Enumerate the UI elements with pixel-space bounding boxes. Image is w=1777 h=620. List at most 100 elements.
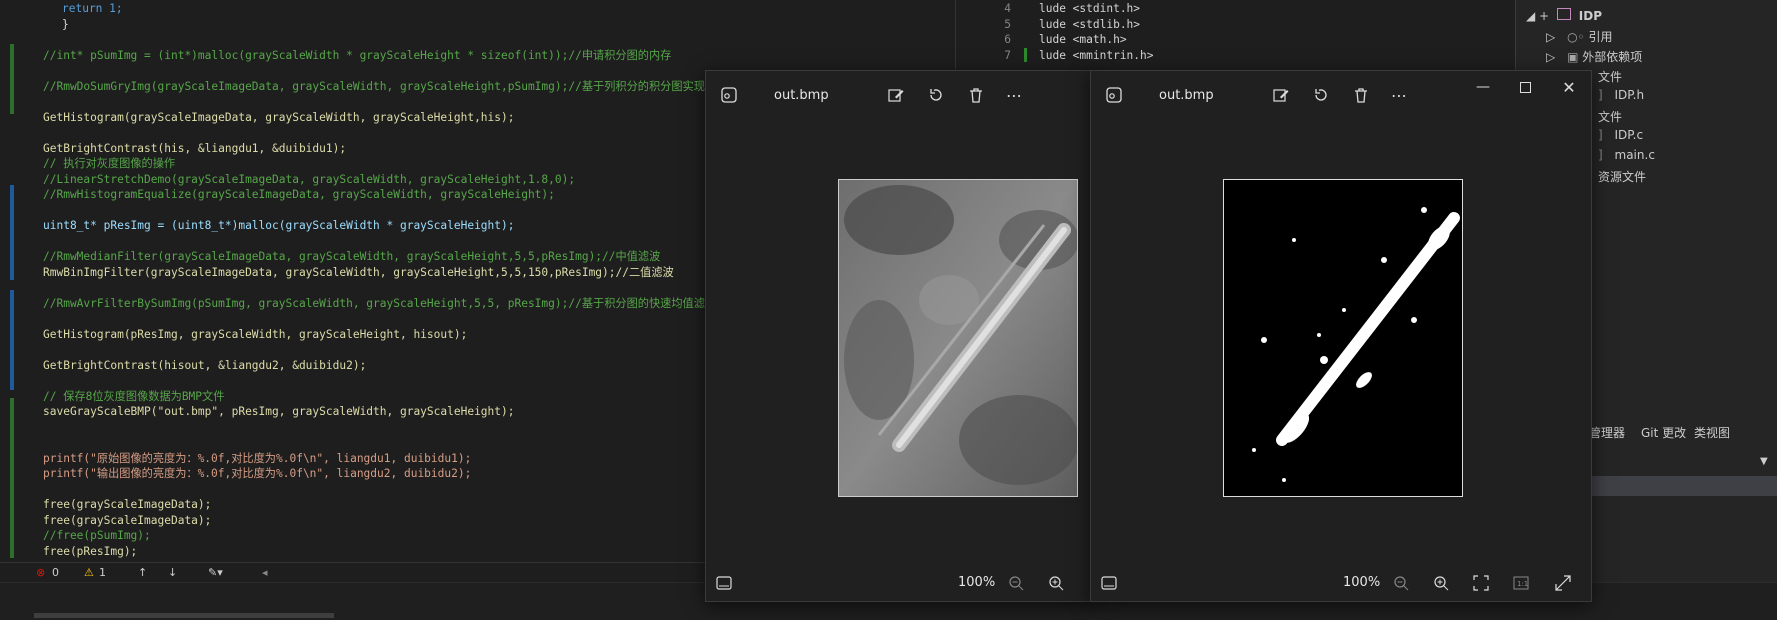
code-line[interactable]: //RmwAvrFilterBySumImg(pSumImg, grayScal… xyxy=(43,296,716,311)
solution-row-main-c[interactable]: ] main.c xyxy=(1598,148,1655,162)
source-files-label: 文件 xyxy=(1598,110,1623,124)
edit-icon[interactable] xyxy=(1271,85,1291,105)
idp-c-label: IDP.c xyxy=(1614,128,1644,142)
file-icon: ] xyxy=(1598,88,1603,102)
code-line[interactable]: saveGrayScaleBMP("out.bmp", pResImg, gra… xyxy=(43,404,514,419)
zoom-in-icon[interactable] xyxy=(1431,573,1451,593)
project-name: IDP xyxy=(1578,9,1602,23)
external-deps-label: 外部依赖项 xyxy=(1582,50,1643,64)
photo-viewer-right: out.bmp ⋯ — ✕ 100% 1:1 xyxy=(1090,70,1592,602)
code-line[interactable]: //RmwMedianFilter(grayScaleImageData, gr… xyxy=(43,249,660,264)
secondary-code-editor[interactable]: 4 lude <stdint.h> 5 lude <stdlib.h> 6 lude <m… xyxy=(955,0,1486,70)
error-count[interactable]: 0 xyxy=(52,566,59,579)
code-line[interactable]: GetHistogram(grayScaleImageData, graySca… xyxy=(43,110,514,125)
photos-app-icon xyxy=(1104,85,1124,105)
viewer-footer: 100% 1:1 xyxy=(1091,565,1591,601)
explorer-selection-bar xyxy=(1586,476,1777,496)
tab-class-view[interactable]: 类视图 xyxy=(1694,424,1730,441)
code-line[interactable]: //RmwDoSumGryImg(grayScaleImageData, gra… xyxy=(43,79,705,94)
brush-icon[interactable]: ✎▾ xyxy=(208,566,223,579)
fit-to-window-icon[interactable] xyxy=(1471,573,1491,593)
error-icon[interactable]: ⊗ xyxy=(36,566,45,579)
solution-row-idp-c[interactable]: ] IDP.c xyxy=(1598,128,1643,142)
code-line[interactable]: // 执行对灰度图像的操作 xyxy=(43,156,175,171)
code-line[interactable]: GetBrightContrast(his, &liangdu1, &duibi… xyxy=(43,141,346,156)
tab-git-changes[interactable]: Git 更改 xyxy=(1641,424,1686,441)
code-line[interactable]: uint8_t* pResImg = (uint8_t*)malloc(gray… xyxy=(43,218,514,233)
zoom-out-icon[interactable] xyxy=(1391,573,1411,593)
filmstrip-icon[interactable] xyxy=(1099,573,1119,593)
code-line[interactable]: printf("原始图像的亮度为：%.0f,对比度为%.0f\n", liang… xyxy=(43,451,471,466)
filmstrip-icon[interactable] xyxy=(714,573,734,593)
code-line[interactable]: return 1; xyxy=(62,1,123,16)
photo-viewer-left: out.bmp ⋯ 100% xyxy=(705,70,1097,602)
scroll-left-icon[interactable]: ◂ xyxy=(262,566,268,579)
code-line[interactable]: //free(pSumImg); xyxy=(43,528,151,543)
code-line[interactable]: free(pResImg); xyxy=(43,544,137,559)
solution-row-idp-h[interactable]: ] IDP.h xyxy=(1598,88,1644,102)
edit-icon[interactable] xyxy=(886,85,906,105)
change-gutter xyxy=(10,0,14,562)
line-number: 7 xyxy=(1004,48,1011,62)
viewer-title: out.bmp xyxy=(1159,88,1214,103)
code-line[interactable]: //RmwHistogramEqualize(grayScaleImageDat… xyxy=(43,187,555,202)
code-line[interactable]: RmwBinImgFilter(grayScaleImageData, gray… xyxy=(43,265,674,280)
solution-row-external-deps[interactable]: ▷ ▣ 外部依赖项 xyxy=(1546,48,1642,65)
zoom-level: 100% xyxy=(958,575,996,590)
rotate-icon[interactable] xyxy=(926,85,946,105)
warning-count[interactable]: 1 xyxy=(99,566,106,579)
idp-h-label: IDP.h xyxy=(1614,88,1645,102)
header-files-label: 文件 xyxy=(1598,70,1623,84)
horizontal-scrollbar[interactable] xyxy=(34,613,334,618)
code-line[interactable]: // 保存8位灰度图像数据为BMP文件 xyxy=(43,389,224,404)
line-number: 6 xyxy=(1004,33,1011,46)
code-line[interactable]: lude <mmintrin.h> xyxy=(1039,49,1154,62)
references-label: 引用 xyxy=(1588,30,1613,44)
solution-row-header-files[interactable]: 文件 xyxy=(1598,68,1622,85)
fullscreen-icon[interactable] xyxy=(1553,573,1573,593)
solution-row-source-files[interactable]: 文件 xyxy=(1598,108,1622,125)
code-line[interactable]: } xyxy=(62,17,69,32)
viewer-title: out.bmp xyxy=(774,88,829,103)
delete-icon[interactable] xyxy=(966,85,986,105)
code-line[interactable]: GetBrightContrast(hisout, &liangdu2, &du… xyxy=(43,358,366,373)
arrow-down-icon[interactable]: ↓ xyxy=(168,566,177,579)
code-line[interactable]: //int* pSumImg = (int*)malloc(grayScaleW… xyxy=(43,48,671,63)
collapse-arrow-icon: ▷ xyxy=(1546,30,1556,44)
tab-solution-explorer[interactable]: 管理器 xyxy=(1589,424,1625,441)
code-line[interactable]: free(grayScaleImageData); xyxy=(43,497,211,512)
warning-icon[interactable]: ⚠ xyxy=(84,566,94,579)
binary-image xyxy=(1223,179,1463,497)
close-icon[interactable]: ✕ xyxy=(1559,77,1579,97)
solution-row-idp[interactable]: ◢ + IDP xyxy=(1526,8,1602,23)
maximize-icon[interactable] xyxy=(1515,77,1535,97)
actual-size-icon[interactable]: 1:1 xyxy=(1511,573,1531,593)
more-options-icon[interactable]: ⋯ xyxy=(1389,85,1409,105)
minimize-icon[interactable]: — xyxy=(1473,77,1493,97)
code-line[interactable]: lude <stdlib.h> xyxy=(1039,18,1140,31)
reference-icon: ○◦ xyxy=(1567,30,1585,44)
more-options-icon[interactable]: ⋯ xyxy=(1004,85,1024,105)
solution-row-references[interactable]: ▷ ○◦ 引用 xyxy=(1546,28,1612,45)
code-line[interactable]: GetHistogram(pResImg, grayScaleWidth, gr… xyxy=(43,327,467,342)
resource-files-label: 资源文件 xyxy=(1598,170,1647,184)
viewer-footer: 100% xyxy=(706,565,1096,601)
dropdown-chevron-icon[interactable]: ▼ xyxy=(1760,456,1768,467)
photos-app-icon xyxy=(719,85,739,105)
main-c-label: main.c xyxy=(1614,148,1655,162)
green-change-bar xyxy=(1024,48,1027,62)
zoom-level: 100% xyxy=(1343,575,1381,590)
code-line[interactable]: //LinearStretchDemo(grayScaleImageData, … xyxy=(43,172,575,187)
rotate-icon[interactable] xyxy=(1311,85,1331,105)
code-line[interactable]: printf("输出图像的亮度为：%.0f,对比度为%.0f\n", liang… xyxy=(43,466,471,481)
code-line[interactable]: free(grayScaleImageData); xyxy=(43,513,211,528)
line-number: 5 xyxy=(1004,17,1011,31)
solution-row-resource-files[interactable]: 资源文件 xyxy=(1598,168,1646,185)
arrow-up-icon[interactable]: ↑ xyxy=(138,566,147,579)
delete-icon[interactable] xyxy=(1351,85,1371,105)
code-line[interactable]: lude <math.h> xyxy=(1039,33,1127,46)
code-line[interactable]: lude <stdint.h> xyxy=(1039,2,1140,15)
zoom-out-icon[interactable] xyxy=(1006,573,1026,593)
file-icon: ] xyxy=(1598,128,1603,142)
zoom-in-icon[interactable] xyxy=(1046,573,1066,593)
